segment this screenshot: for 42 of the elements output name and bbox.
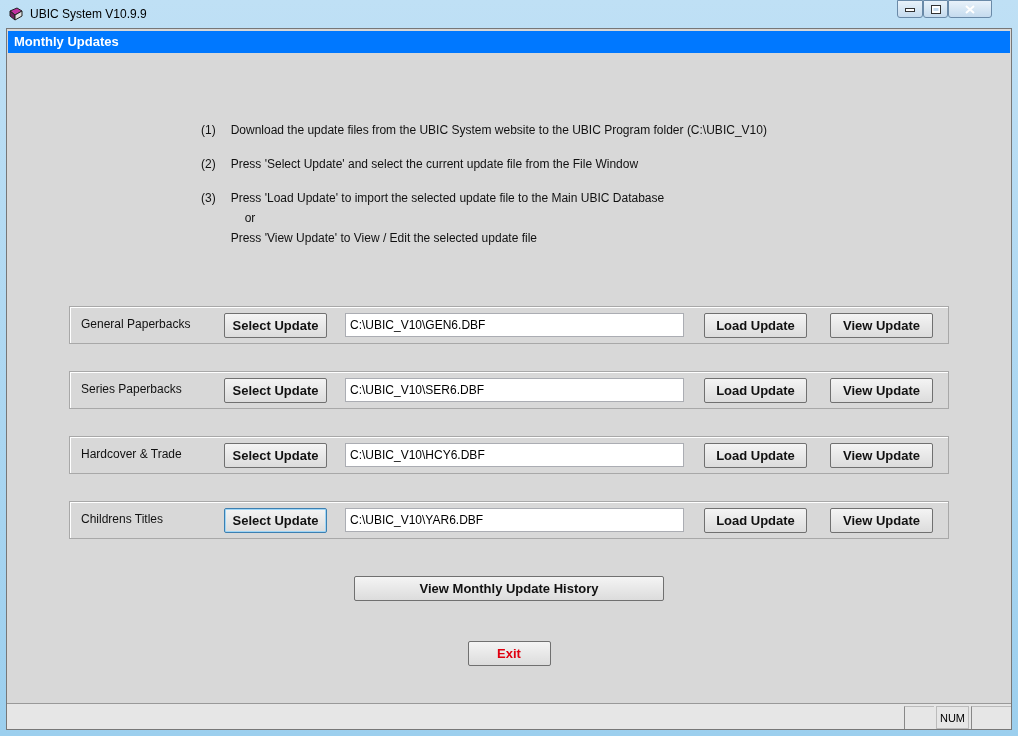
load-update-button[interactable]: Load Update [704, 312, 807, 338]
instruction-text: Download the update files from the UBIC System website to the UBIC Program folder (C:\UBIC_V10) [230, 123, 767, 137]
load-update-button[interactable]: Load Update [704, 507, 807, 533]
history-button[interactable]: View Monthly Update History [354, 576, 664, 601]
instruction-text: or [243, 211, 257, 225]
category-label: General Paperbacks [81, 317, 192, 331]
maximize-button[interactable] [923, 0, 948, 18]
instruction-text: Press 'Load Update' to import the selected update file to the Main UBIC Database [230, 191, 665, 205]
step-number: (1) [201, 123, 216, 137]
file-path-field[interactable]: C:\UBIC_V10\HCY6.DBF [345, 443, 684, 467]
book-icon [8, 6, 24, 22]
select-update-button[interactable]: Select Update [224, 377, 327, 403]
num-lock-indicator: NUM [936, 706, 969, 729]
step-number: (3) [201, 191, 216, 207]
file-path-field[interactable]: C:\UBIC_V10\GEN6.DBF [345, 313, 684, 337]
instruction-text: Press 'Select Update' and select the current update file from the File Window [230, 157, 639, 171]
instruction-text: Press 'View Update' to View / Edit the selected update file [230, 231, 538, 245]
file-path-field[interactable]: C:\UBIC_V10\YAR6.DBF [345, 508, 684, 532]
select-update-button[interactable]: Select Update [224, 442, 327, 468]
minimize-icon [905, 6, 915, 12]
view-update-button[interactable]: View Update [830, 377, 933, 403]
load-update-button[interactable]: Load Update [704, 377, 807, 403]
close-icon [965, 4, 975, 14]
category-label: Series Paperbacks [81, 382, 183, 396]
select-update-button[interactable]: Select Update [224, 507, 327, 533]
view-update-button[interactable]: View Update [830, 507, 933, 533]
file-path-field[interactable]: C:\UBIC_V10\SER6.DBF [345, 378, 684, 402]
exit-button[interactable]: Exit [467, 641, 551, 666]
category-label: Childrens Titles [81, 512, 165, 526]
close-button[interactable] [948, 0, 992, 18]
view-update-button[interactable]: View Update [830, 312, 933, 338]
step-number: (2) [201, 157, 216, 171]
load-update-button[interactable]: Load Update [704, 442, 807, 468]
window-title: UBIC System V10.9.9 [30, 7, 148, 21]
status-pane [971, 706, 1011, 729]
category-label: Hardcover & Trade [81, 447, 183, 461]
maximize-icon [930, 4, 941, 14]
panel-header: Monthly Updates [8, 31, 1010, 53]
select-update-button[interactable]: Select Update [224, 312, 327, 338]
status-pane [904, 706, 934, 729]
minimize-button[interactable] [897, 0, 923, 18]
view-update-button[interactable]: View Update [830, 442, 933, 468]
